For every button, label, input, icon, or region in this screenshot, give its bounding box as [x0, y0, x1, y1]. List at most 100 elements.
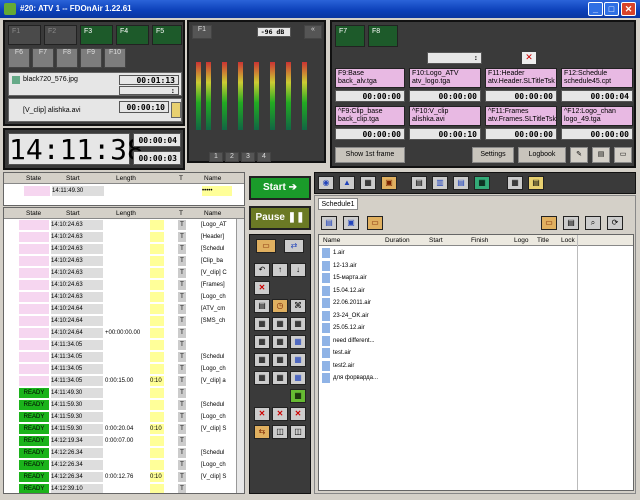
logo-cf9[interactable]: ^F9:Clip_base back_clip.tga: [335, 106, 405, 126]
grp-f7[interactable]: F7: [32, 48, 54, 68]
file-item[interactable]: test.air: [319, 348, 633, 358]
maximize-button[interactable]: □: [604, 2, 619, 16]
table-row[interactable]: READY 14:11:59.30 0:00:20.04 0:10 T [V_clip] …: [4, 424, 244, 434]
clear-icon[interactable]: ✕: [522, 52, 536, 64]
tool-icon[interactable]: ⌘: [290, 299, 306, 313]
table-row[interactable]: 14:10:24.64 T [ATV_cm: [4, 304, 244, 314]
scrollbar[interactable]: [236, 219, 244, 493]
logo-cf11[interactable]: ^F11:Frames atv.Frames.SLTitleTsk: [485, 106, 557, 126]
tool-icon[interactable]: ▦: [272, 335, 288, 349]
page-1-button[interactable]: 1: [209, 152, 223, 162]
table-row[interactable]: READY 14:12:26.34 0:00:12.76 0:10 T [V_clip] …: [4, 472, 244, 482]
table-row[interactable]: 14:10:24.64 +00:00:00.00 T: [4, 328, 244, 338]
mixer-expand-button[interactable]: «: [304, 25, 322, 39]
toolbar-icon[interactable]: ▦: [474, 176, 490, 190]
clip-item-2[interactable]: [V_clip] alishka.avi 00:00:10: [8, 98, 182, 122]
logo-f9[interactable]: F9:Base back_alv.tga: [335, 68, 405, 88]
page-2-button[interactable]: 2: [225, 152, 239, 162]
table-row[interactable]: 14:10:24.64 T [SMS_ch: [4, 316, 244, 326]
tool-icon[interactable]: ⇆: [254, 425, 270, 439]
file-item[interactable]: 12-13.air: [319, 260, 633, 271]
show-first-frame-button[interactable]: Show 1st frame: [335, 147, 405, 163]
refresh-icon[interactable]: [171, 102, 181, 118]
minimize-button[interactable]: _: [588, 2, 603, 16]
open-icon[interactable]: ▭: [367, 216, 383, 230]
clock-icon[interactable]: ◷: [272, 299, 288, 313]
tab-f8[interactable]: F8: [368, 25, 398, 47]
file-item[interactable]: 25.05.12.air: [319, 323, 633, 333]
tool-icon[interactable]: ↶: [254, 263, 270, 277]
file-item[interactable]: для форварда...: [319, 373, 633, 383]
table-row[interactable]: READY 14:11:59.30 T [Schedul: [4, 400, 244, 410]
table-row[interactable]: READY 14:11:49.30 T: [4, 388, 244, 398]
tool-icon[interactable]: ▦: [290, 335, 306, 349]
table-row[interactable]: READY 14:11:59.30 T [Logo_ch: [4, 412, 244, 422]
tool-icon[interactable]: ▦: [254, 353, 270, 367]
table-row[interactable]: 14:10:24.63 T [V_clip] C: [4, 268, 244, 278]
settings-button[interactable]: Settings: [472, 147, 514, 163]
table-row[interactable]: 14:10:24.63 T [Logo_ch: [4, 292, 244, 302]
slot-f4[interactable]: F4: [116, 25, 149, 45]
edit-icon[interactable]: ✎: [570, 147, 588, 163]
file-item[interactable]: need different...: [319, 335, 633, 346]
grp-f9[interactable]: F9: [80, 48, 102, 68]
slot-f5[interactable]: F5: [152, 25, 182, 45]
tool-icon[interactable]: ↓: [290, 263, 306, 277]
tool-icon[interactable]: ▦: [254, 335, 270, 349]
tool-icon[interactable]: ▦: [272, 371, 288, 385]
slot-f1[interactable]: F1: [8, 25, 41, 45]
file-item[interactable]: test2.air: [319, 360, 633, 371]
table-row[interactable]: READY 14:12:19.34 0:00:07.00 T: [4, 436, 244, 446]
tool-icon[interactable]: ▤: [254, 299, 270, 313]
table-row[interactable]: READY 14:12:39.10 T: [4, 484, 244, 493]
table-row[interactable]: 14:10:24.63 T [Schedul: [4, 244, 244, 254]
document-icon[interactable]: ▤: [592, 147, 610, 163]
table-row[interactable]: READY 14:12:26.34 T [Logo_ch: [4, 460, 244, 470]
table-row[interactable]: 14:11:34.05 0:00:15.00 0:10 T [V_clip] a: [4, 376, 244, 386]
search-icon[interactable]: ⌕: [585, 216, 601, 230]
tool-icon[interactable]: ↑: [272, 263, 288, 277]
table-row[interactable]: 14:10:24.63 T [Clip_ba: [4, 256, 244, 266]
tab-f7[interactable]: F7: [335, 25, 365, 47]
table-row[interactable]: 14:10:24.63 T [Frames]: [4, 280, 244, 290]
file-item[interactable]: 15-марта.air: [319, 273, 633, 283]
folder-icon[interactable]: ▭: [614, 147, 632, 163]
delete-icon[interactable]: ✕: [290, 407, 306, 421]
tool-icon[interactable]: ▦: [254, 371, 270, 385]
grp-f8[interactable]: F8: [56, 48, 78, 68]
grp-f6[interactable]: F6: [8, 48, 30, 68]
table-row[interactable]: READY 14:12:26.34 T [Schedul: [4, 448, 244, 458]
logo-cf12[interactable]: ^F12:Logo_chan logo_49.tga: [561, 106, 633, 126]
clip-item-1[interactable]: black720_576.jpg 00:01:13 :: [8, 72, 182, 96]
folder-up-icon[interactable]: ▭: [541, 216, 557, 230]
slot-f2[interactable]: F2: [44, 25, 77, 45]
slot-f3[interactable]: F3: [80, 25, 113, 45]
table-row[interactable]: 14:11:34.05 T [Schedul: [4, 352, 244, 362]
logo-f11[interactable]: F11:Header atv.Header.SLTitleTsk: [485, 68, 557, 88]
tool-icon[interactable]: ▦: [272, 353, 288, 367]
page-4-button[interactable]: 4: [257, 152, 271, 162]
tool-icon[interactable]: ▦: [290, 371, 306, 385]
grp-f10[interactable]: F10: [104, 48, 126, 68]
swap-icon[interactable]: ⇄: [284, 239, 304, 253]
table-row[interactable]: 14:10:24.63 T [Header]: [4, 232, 244, 242]
file-item[interactable]: 22.06.2011.air: [319, 298, 633, 308]
file-item[interactable]: 1.air: [319, 248, 633, 258]
tool-icon[interactable]: ◫: [272, 425, 288, 439]
file-item[interactable]: 23-24_OK.air: [319, 310, 633, 321]
list-icon[interactable]: ▤: [321, 216, 337, 230]
tab-schedule1[interactable]: Schedule1: [318, 198, 358, 210]
refresh-icon[interactable]: ⟳: [607, 216, 623, 230]
table-row[interactable]: 14:11:34.05 T: [4, 340, 244, 350]
pause-button[interactable]: Pause ❚❚: [249, 206, 311, 230]
file-item[interactable]: 15.04.12.air: [319, 285, 633, 296]
toolbar-icon[interactable]: ▤: [453, 176, 469, 190]
table-row[interactable]: 14:11:34.05 T [Logo_ch: [4, 364, 244, 374]
fader-strip[interactable]: [194, 62, 320, 132]
tool-icon[interactable]: ◫: [290, 425, 306, 439]
details-icon[interactable]: ▤: [563, 216, 579, 230]
toolbar-icon[interactable]: ▤: [411, 176, 427, 190]
delete-icon[interactable]: ✕: [254, 281, 270, 295]
logbook-button[interactable]: Logbook: [518, 147, 566, 163]
tool-icon[interactable]: ▦: [290, 389, 306, 403]
